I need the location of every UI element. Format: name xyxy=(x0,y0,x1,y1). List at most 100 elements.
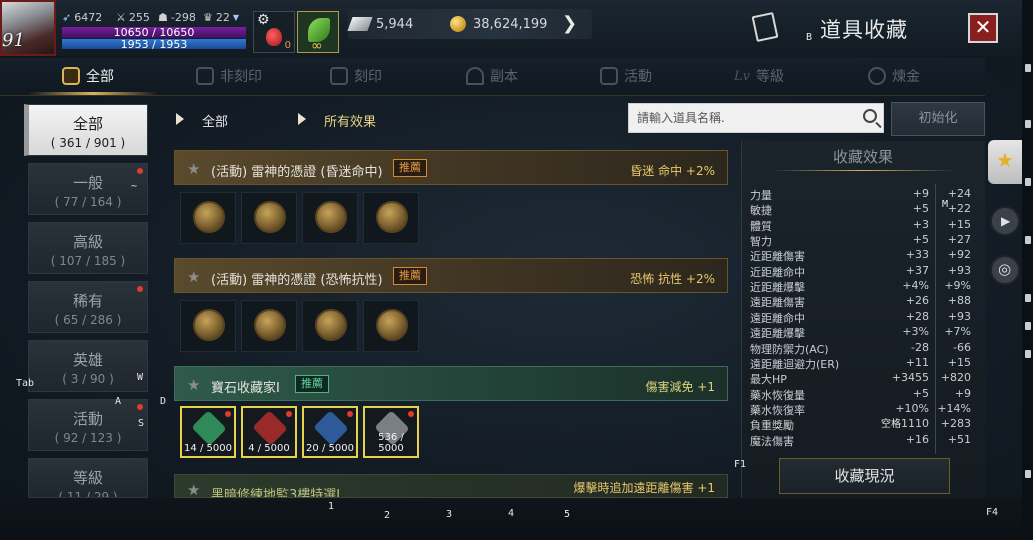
item-slot[interactable] xyxy=(302,192,358,244)
category-advanced[interactable]: 高級 ( 107 / 185 ) xyxy=(28,222,148,274)
item-slot[interactable] xyxy=(180,300,236,352)
attack-value: 6472 xyxy=(74,11,103,24)
star-icon[interactable]: ★ xyxy=(187,376,200,394)
category-common[interactable]: 一般 ( 77 / 164 ) xyxy=(28,163,148,215)
item-slot[interactable] xyxy=(241,300,297,352)
collection-header[interactable]: ★ (活動) 雷神的憑證 (恐怖抗性) 推薦 恐怖 抗性 +2% xyxy=(174,258,728,293)
toolbar-icon[interactable] xyxy=(1025,64,1031,72)
toolbar-icon[interactable] xyxy=(1025,236,1031,244)
toolbar-icon[interactable] xyxy=(1025,470,1031,478)
sword-stat: ⚔ 255 xyxy=(116,11,150,24)
effect-row: 體質 +3 +15 xyxy=(750,218,975,233)
favorite-star-icon[interactable]: ★ xyxy=(988,140,1022,184)
toolbar-icon[interactable] xyxy=(1025,322,1031,330)
toolbar-icon[interactable] xyxy=(1025,178,1031,186)
collection-header[interactable]: ★ (活動) 雷神的憑證 (昏迷命中) 推薦 昏迷 命中 +2% xyxy=(174,150,728,185)
key-w: W xyxy=(137,372,144,383)
effect-value: +3% xyxy=(902,325,929,339)
effect-value: +5 xyxy=(912,233,929,247)
gem-slot-gray[interactable]: 536 / 5000 xyxy=(363,406,419,458)
dropdown-icon[interactable]: ▼ xyxy=(233,13,239,22)
effect-name: 力量 xyxy=(750,189,772,202)
item-slot[interactable] xyxy=(302,300,358,352)
collection-header[interactable]: ★ 寶石收藏家I 推薦 傷害減免 +1 xyxy=(174,366,728,401)
close-button[interactable]: ✕ xyxy=(968,13,998,43)
collection-effect: 恐怖 抗性 +2% xyxy=(630,272,715,286)
gem-quantity: 4 / 5000 xyxy=(248,443,290,454)
tab-alchemy[interactable]: 煉金 xyxy=(868,66,920,86)
effect-value: +28 xyxy=(905,309,929,323)
play-button[interactable]: ▶ xyxy=(990,206,1020,236)
collection-effect: 昏迷 命中 +2% xyxy=(630,164,715,178)
item-slot[interactable] xyxy=(180,192,236,244)
tab-dungeon[interactable]: 副本 xyxy=(466,66,518,86)
category-count: ( 92 / 123 ) xyxy=(54,431,122,445)
key-5: 5 xyxy=(564,509,571,520)
tab-engraved[interactable]: 刻印 xyxy=(330,66,382,86)
category-all[interactable]: 全部 ( 361 / 901 ) xyxy=(24,104,148,156)
item-slot[interactable] xyxy=(363,192,419,244)
tab-event[interactable]: 活動 xyxy=(600,66,652,86)
category-level[interactable]: 等級 ( 11 / 29 ) xyxy=(28,458,148,498)
search-input[interactable] xyxy=(629,104,849,132)
new-dot xyxy=(286,411,292,417)
effect-row: 遠距離爆擊 +3% +7% xyxy=(750,325,975,340)
effect-row: 負重獎勵 1110 +283 空格 xyxy=(750,417,975,432)
reset-button[interactable]: 初始化 xyxy=(891,102,985,136)
key-1: 1 xyxy=(328,501,335,512)
item-slot[interactable] xyxy=(363,300,419,352)
gold-amount: 38,624,199 xyxy=(473,17,548,32)
star-icon[interactable]: ★ xyxy=(187,268,200,286)
gear-icon[interactable]: ⚙ xyxy=(257,12,270,28)
effect-name: 近距離傷害 xyxy=(750,250,805,264)
collection-effect: 傷害減免 +1 xyxy=(645,380,715,394)
gem-slot-green[interactable]: 14 / 5000 xyxy=(180,406,236,458)
effect-value: +5 xyxy=(912,202,929,216)
gem-slot-red[interactable]: 4 / 5000 xyxy=(241,406,297,458)
category-name: 活動 xyxy=(72,410,103,428)
effect-filter[interactable]: 所有效果 xyxy=(324,111,376,130)
effect-max-value: +9 xyxy=(954,386,971,400)
collection-status-button[interactable]: 收藏現況 xyxy=(779,458,950,494)
toolbar-icon[interactable] xyxy=(1025,120,1031,128)
collection-header[interactable]: ★ 黑暗修練地監3樓特選I 爆擊時追加遠距離傷害 +1 xyxy=(174,474,728,498)
buff-slot[interactable]: ∞ xyxy=(297,11,339,54)
bottom-bar xyxy=(0,498,1022,540)
new-dot xyxy=(137,286,143,292)
category-hero[interactable]: 英雄 ( 3 / 90 ) xyxy=(28,340,148,392)
swirl-button[interactable]: ◎ xyxy=(990,255,1020,285)
potion-slot[interactable]: ⚙ 0 xyxy=(253,11,295,53)
tab-level[interactable]: Lv 等級 xyxy=(734,66,784,86)
toolbar-icon[interactable] xyxy=(1025,350,1031,358)
key-f1: F1 xyxy=(734,459,747,470)
gem-quantity: 14 / 5000 xyxy=(184,443,232,454)
new-dot xyxy=(225,411,231,417)
effect-name: 遠距離傷害 xyxy=(750,296,805,310)
triangle-right-icon xyxy=(176,113,184,125)
gem-slot-blue[interactable]: 20 / 5000 xyxy=(302,406,358,458)
chevron-right-icon[interactable]: ❯ xyxy=(562,13,577,34)
category-filter[interactable]: 全部 xyxy=(202,111,228,130)
effect-name: 近距離命中 xyxy=(750,265,805,279)
collection-name: 黑暗修練地監3樓特選I xyxy=(211,488,341,498)
star-icon[interactable]: ★ xyxy=(187,160,200,178)
effect-name: 遠距離迴避力(ER) xyxy=(750,357,840,371)
tab-all[interactable]: 全部 xyxy=(62,66,114,86)
new-dot xyxy=(347,411,353,417)
coin-icon xyxy=(254,309,286,341)
toolbar-icon[interactable] xyxy=(1025,294,1031,302)
item-slot[interactable] xyxy=(241,192,297,244)
effect-max-value: +51 xyxy=(947,432,971,446)
category-rare[interactable]: 稀有 ( 65 / 286 ) xyxy=(28,281,148,333)
recommend-badge: 推薦 xyxy=(393,159,427,177)
potion-count: 0 xyxy=(284,40,291,51)
category-event[interactable]: 活動 ( 92 / 123 ) xyxy=(28,399,148,451)
level-icon: Lv xyxy=(734,68,750,84)
star-icon[interactable]: ★ xyxy=(187,481,200,497)
tab-non-engraved[interactable]: 非刻印 xyxy=(196,66,262,86)
attack-stat: ➶ 6472 xyxy=(62,11,102,24)
side-toolbar xyxy=(1022,0,1033,540)
helmet-stat: ☗ -298 xyxy=(158,11,196,24)
search-icon[interactable] xyxy=(863,109,877,123)
search-box[interactable] xyxy=(628,103,884,133)
